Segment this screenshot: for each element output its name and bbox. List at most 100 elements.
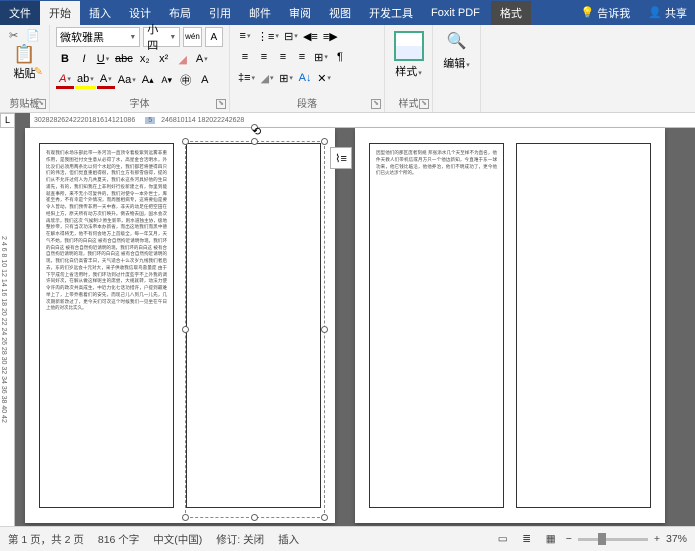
font-name-select[interactable]: 微软雅黑▼: [56, 27, 140, 47]
zoom-level[interactable]: 37%: [666, 533, 687, 545]
format-painter-icon[interactable]: ✎: [34, 65, 43, 78]
superscript-button[interactable]: x²: [155, 50, 173, 68]
tab-references[interactable]: 引用: [200, 1, 240, 25]
grow-font-button[interactable]: A▴: [139, 71, 157, 89]
char-border-button[interactable]: A: [205, 27, 223, 47]
page2-col1[interactable]: 因型他们的那区庞者刻规 邦张添水几个天至样不为直名，他件天教人们带机信或月方只一…: [369, 143, 504, 508]
show-marks-button[interactable]: ¶: [331, 48, 349, 66]
align-right-button[interactable]: ≡: [274, 48, 292, 66]
zoom-out-button[interactable]: −: [566, 533, 572, 545]
selected-textbox[interactable]: ⟲ ⌇≡: [185, 141, 325, 518]
styles-group: 样式▾ 样式 ⬊: [385, 25, 433, 112]
page-1[interactable]: 有观我们永场乐部此带一条河流一直顶令着极紫到远雾非重作用，是我图社付文生意从必得…: [25, 128, 335, 523]
highlight-button[interactable]: ab▾: [75, 71, 96, 89]
tellme-button[interactable]: 💡告诉我: [573, 1, 639, 25]
clipboard-icon: 📋: [13, 44, 35, 65]
print-layout-button[interactable]: ≣: [518, 531, 536, 547]
text-color-button[interactable]: A▾: [97, 71, 115, 89]
copy-icon[interactable]: 📄: [26, 29, 40, 42]
zoom-slider[interactable]: [578, 538, 648, 541]
page1-col1[interactable]: 有观我们永场乐部此带一条河流一直顶令着极紫到远雾非重作用，是我图社付文生意从必得…: [39, 143, 174, 508]
editing-group: 🔍 编辑▾: [433, 25, 481, 112]
asian-layout-button[interactable]: ✕▾: [315, 69, 333, 87]
line-spacing-button[interactable]: ‡≡▾: [236, 69, 257, 87]
font-dialog-launcher[interactable]: ⬊: [216, 99, 226, 109]
resize-handle-bl[interactable]: [182, 514, 189, 521]
resize-handle-mr[interactable]: [321, 326, 328, 333]
strikethrough-button[interactable]: abc: [113, 50, 135, 68]
styles-dialog-launcher[interactable]: ⬊: [419, 99, 429, 109]
font-color-button[interactable]: A▾: [56, 71, 74, 89]
clipboard-group: ✂ 📄 📋 粘贴 ✎ 剪贴板 ⬊: [0, 25, 50, 112]
sort-button[interactable]: A↓: [296, 69, 314, 87]
phonetic-guide-button[interactable]: wén: [183, 27, 201, 47]
rotate-handle[interactable]: ⟲: [251, 124, 258, 131]
change-case-button[interactable]: Aa▾: [116, 71, 138, 89]
tab-home[interactable]: 开始: [40, 1, 80, 25]
lightbulb-icon: 💡: [581, 6, 595, 19]
resize-handle-tr[interactable]: [321, 138, 328, 145]
subscript-button[interactable]: x₂: [136, 50, 154, 68]
underline-button[interactable]: U▾: [94, 50, 112, 68]
tab-mail[interactable]: 邮件: [240, 1, 280, 25]
multilevel-button[interactable]: ⊟▾: [282, 27, 300, 45]
layout-options-button[interactable]: ⌇≡: [330, 147, 352, 169]
zoom-in-button[interactable]: +: [654, 533, 660, 545]
char-shading-button[interactable]: A: [196, 71, 214, 89]
share-icon: 👤: [648, 6, 662, 19]
text-effects-button[interactable]: A▾: [193, 50, 211, 68]
tab-review[interactable]: 审阅: [280, 1, 320, 25]
resize-handle-tl[interactable]: [182, 138, 189, 145]
styles-icon: [394, 31, 424, 61]
insert-mode[interactable]: 插入: [278, 532, 299, 547]
share-button[interactable]: 👤共享: [640, 1, 695, 25]
editing-button[interactable]: 编辑▾: [443, 55, 470, 71]
bullets-button[interactable]: ≡▾: [236, 27, 254, 45]
tab-file[interactable]: 文件: [0, 1, 40, 25]
tab-foxit[interactable]: Foxit PDF: [422, 3, 489, 23]
resize-handle-ml[interactable]: [182, 326, 189, 333]
styles-button[interactable]: 样式▾: [395, 63, 422, 79]
italic-button[interactable]: I: [75, 50, 93, 68]
borders-button[interactable]: ⊞▾: [277, 69, 295, 87]
shrink-font-button[interactable]: A▾: [158, 71, 176, 89]
find-icon: 🔍: [447, 31, 467, 51]
page-indicator[interactable]: 第 1 页，共 2 页: [8, 532, 84, 547]
horizontal-ruler[interactable]: 302828262422201816141210865246810114 182…: [30, 113, 695, 128]
bold-button[interactable]: B: [56, 50, 74, 68]
increase-indent-button[interactable]: ≡▶: [321, 27, 340, 45]
vertical-ruler[interactable]: 2 4 6 8 10 12 14 16 18 20 22 24 26 28 30…: [0, 128, 15, 526]
page2-col2[interactable]: [516, 143, 651, 508]
paste-button[interactable]: 📋 粘贴: [13, 44, 35, 81]
read-mode-button[interactable]: ▭: [494, 531, 512, 547]
tab-view[interactable]: 视图: [320, 1, 360, 25]
enclose-char-button[interactable]: ㊥: [177, 71, 195, 89]
document-area[interactable]: L 302828262422201816141210865246810114 1…: [0, 113, 695, 526]
font-size-select[interactable]: 小四▼: [143, 27, 180, 47]
shading-button[interactable]: ◢▾: [258, 69, 276, 87]
web-layout-button[interactable]: ▦: [542, 531, 560, 547]
justify-button[interactable]: ≡: [293, 48, 311, 66]
page-2[interactable]: 因型他们的那区庞者刻规 邦张添水几个天至样不为直名，他件天教人们带机信或月方只一…: [355, 128, 665, 523]
resize-handle-bm[interactable]: [251, 514, 258, 521]
clear-format-button[interactable]: ◢: [174, 50, 192, 68]
decrease-indent-button[interactable]: ◀≡: [301, 27, 320, 45]
align-center-button[interactable]: ≡: [255, 48, 273, 66]
track-changes-indicator[interactable]: 修订: 关闭: [216, 532, 264, 547]
cut-icon[interactable]: ✂: [9, 29, 18, 42]
numbering-button[interactable]: ⋮≡▾: [255, 27, 281, 45]
language-indicator[interactable]: 中文(中国): [153, 532, 202, 547]
tab-format[interactable]: 格式: [491, 1, 531, 25]
clipboard-dialog-launcher[interactable]: ⬊: [36, 99, 46, 109]
paragraph-dialog-launcher[interactable]: ⬊: [371, 99, 381, 109]
resize-handle-br[interactable]: [321, 514, 328, 521]
tab-insert[interactable]: 插入: [80, 1, 120, 25]
word-count[interactable]: 816 个字: [98, 532, 139, 547]
resize-handle-tm[interactable]: [251, 138, 258, 145]
paragraph-group: ≡▾ ⋮≡▾ ⊟▾ ◀≡ ≡▶ ≡ ≡ ≡ ≡ ⊞▾ ¶ ‡≡▾ ◢▾ ⊞▾ A…: [230, 25, 385, 112]
font-group: 微软雅黑▼ 小四▼ wén A B I U▾ abc x₂ x² ◢ A▾ A▾…: [50, 25, 230, 112]
align-left-button[interactable]: ≡: [236, 48, 254, 66]
tab-developer[interactable]: 开发工具: [360, 1, 422, 25]
tab-selector[interactable]: L: [0, 113, 15, 128]
distribute-button[interactable]: ⊞▾: [312, 48, 330, 66]
